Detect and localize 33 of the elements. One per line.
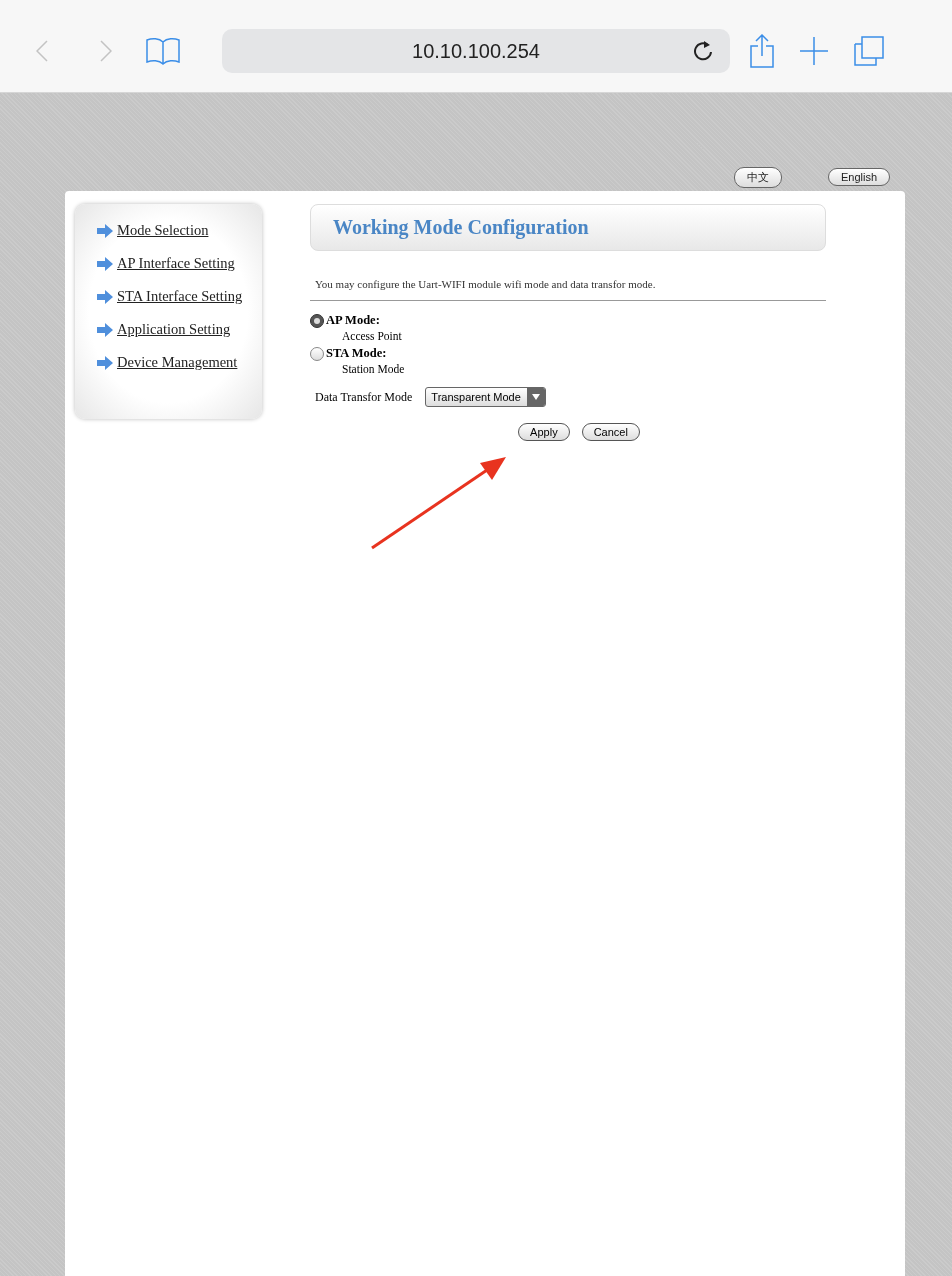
- back-icon[interactable]: [36, 40, 48, 62]
- arrow-icon: [97, 355, 113, 370]
- action-button[interactable]: Cancel: [581, 423, 640, 441]
- transfer-mode-label: Data Transfor Mode: [315, 389, 413, 405]
- arrow-icon: [97, 256, 113, 271]
- sidebar-link[interactable]: Application Setting: [117, 321, 231, 338]
- reload-icon[interactable]: [694, 40, 714, 62]
- mode-label: STA Mode:: [326, 346, 387, 361]
- action-button[interactable]: Apply: [518, 423, 570, 441]
- radio-button[interactable]: [310, 346, 324, 361]
- sidebar-link[interactable]: AP Interface Setting: [117, 255, 235, 272]
- arrow-icon: [97, 289, 113, 304]
- caret-icon: [531, 394, 540, 400]
- language-button[interactable]: 中文: [733, 166, 782, 188]
- radio-button[interactable]: [310, 313, 324, 328]
- book-icon[interactable]: [146, 37, 180, 65]
- arrow-icon: [97, 322, 113, 337]
- arrow-icon: [97, 223, 113, 238]
- tabs-icon[interactable]: [854, 36, 884, 66]
- plus-icon[interactable]: [800, 37, 828, 65]
- mode-description: Station Mode: [342, 363, 406, 375]
- sidebar-link[interactable]: STA Interface Setting: [117, 288, 243, 305]
- sidebar-link[interactable]: Device Management: [117, 354, 238, 371]
- description-text: You may configure the Uart-WIFI module wifi mode and data transfor mode.: [315, 278, 657, 290]
- transfer-mode-dropdown[interactable]: Transparent Mode: [425, 387, 546, 407]
- mode-description: Access Point: [342, 330, 403, 342]
- language-button[interactable]: English: [827, 168, 890, 186]
- forward-icon[interactable]: [100, 40, 112, 62]
- mode-label: AP Mode:: [326, 313, 380, 328]
- page-title: Working Mode Configuration: [333, 216, 589, 239]
- sidebar-link[interactable]: Mode Selection: [117, 222, 209, 239]
- share-icon[interactable]: [750, 34, 774, 68]
- address-bar[interactable]: 10.10.100.254: [222, 29, 730, 73]
